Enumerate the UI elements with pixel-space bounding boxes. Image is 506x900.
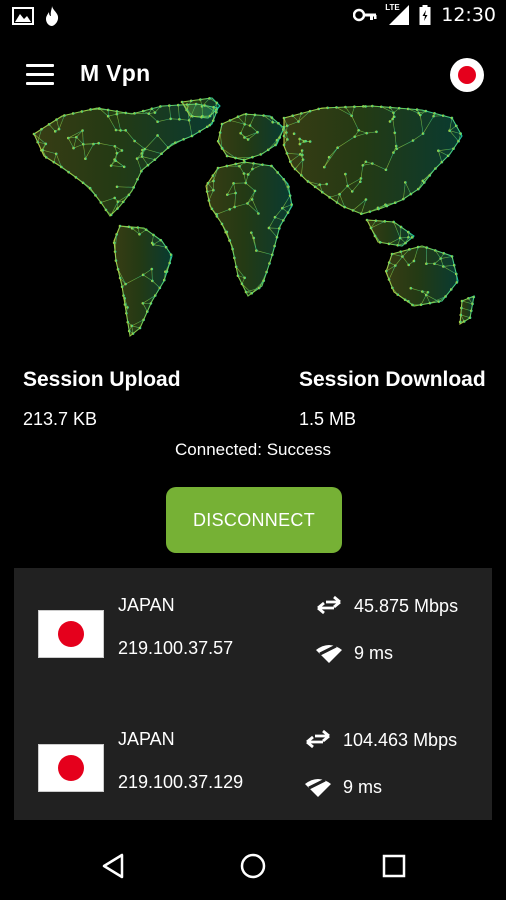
server-speed: 104.463 Mbps — [303, 728, 457, 752]
server-country: JAPAN — [118, 595, 175, 615]
back-icon[interactable] — [98, 850, 130, 882]
japan-flag-icon — [39, 745, 103, 791]
japan-flag-icon — [39, 611, 103, 657]
server-ping-value: 9 ms — [354, 642, 394, 663]
wifi-signal-icon — [305, 778, 331, 797]
menu-icon[interactable] — [26, 64, 54, 86]
server-ping-value: 9 ms — [343, 776, 383, 797]
server-speed-value: 45.875 Mbps — [354, 595, 459, 616]
server-item[interactable]: JAPAN 219.100.37.129 104.463 Mbps 9 ms — [14, 702, 492, 820]
swap-arrows-icon — [317, 595, 341, 615]
battery-icon — [419, 5, 431, 25]
signal-icon: LTE — [385, 3, 410, 25]
gallery-icon — [12, 7, 34, 25]
server-ip: 219.100.37.57 — [118, 638, 234, 658]
app-title: M Vpn — [80, 60, 151, 86]
home-icon[interactable] — [237, 850, 269, 882]
server-speed: 45.875 Mbps — [314, 594, 458, 618]
flame-icon — [46, 6, 59, 26]
server-ping: 9 ms — [303, 776, 382, 798]
server-country: JAPAN — [118, 729, 175, 749]
session-download-label: Session Download — [299, 368, 486, 391]
wifi-signal-icon — [316, 644, 342, 663]
clock: 12:30 — [441, 4, 496, 26]
disconnect-button[interactable]: DISCONNECT — [166, 487, 342, 553]
session-download-value: 1.5 MB — [299, 409, 357, 429]
session-upload-label: Session Upload — [23, 368, 181, 391]
connection-status: Connected: Success — [175, 440, 331, 459]
vpn-key-icon — [353, 8, 377, 22]
server-ping: 9 ms — [314, 642, 393, 664]
north-america-shape — [33, 103, 219, 217]
server-item[interactable]: JAPAN 219.100.37.57 45.875 Mbps 9 ms — [14, 568, 492, 696]
server-speed-value: 104.463 Mbps — [343, 729, 458, 750]
server-list: JAPAN 219.100.37.57 45.875 Mbps 9 ms JAP… — [14, 568, 492, 820]
recents-icon[interactable] — [378, 850, 410, 882]
japan-flag-icon[interactable] — [450, 58, 484, 92]
session-upload-value: 213.7 KB — [23, 409, 98, 429]
asia-shape — [283, 105, 463, 215]
swap-arrows-icon — [306, 729, 330, 749]
navigation-bar — [0, 832, 506, 900]
status-bar: LTE 12:30 — [0, 0, 506, 36]
server-ip: 219.100.37.129 — [118, 772, 244, 792]
world-map — [32, 97, 476, 338]
